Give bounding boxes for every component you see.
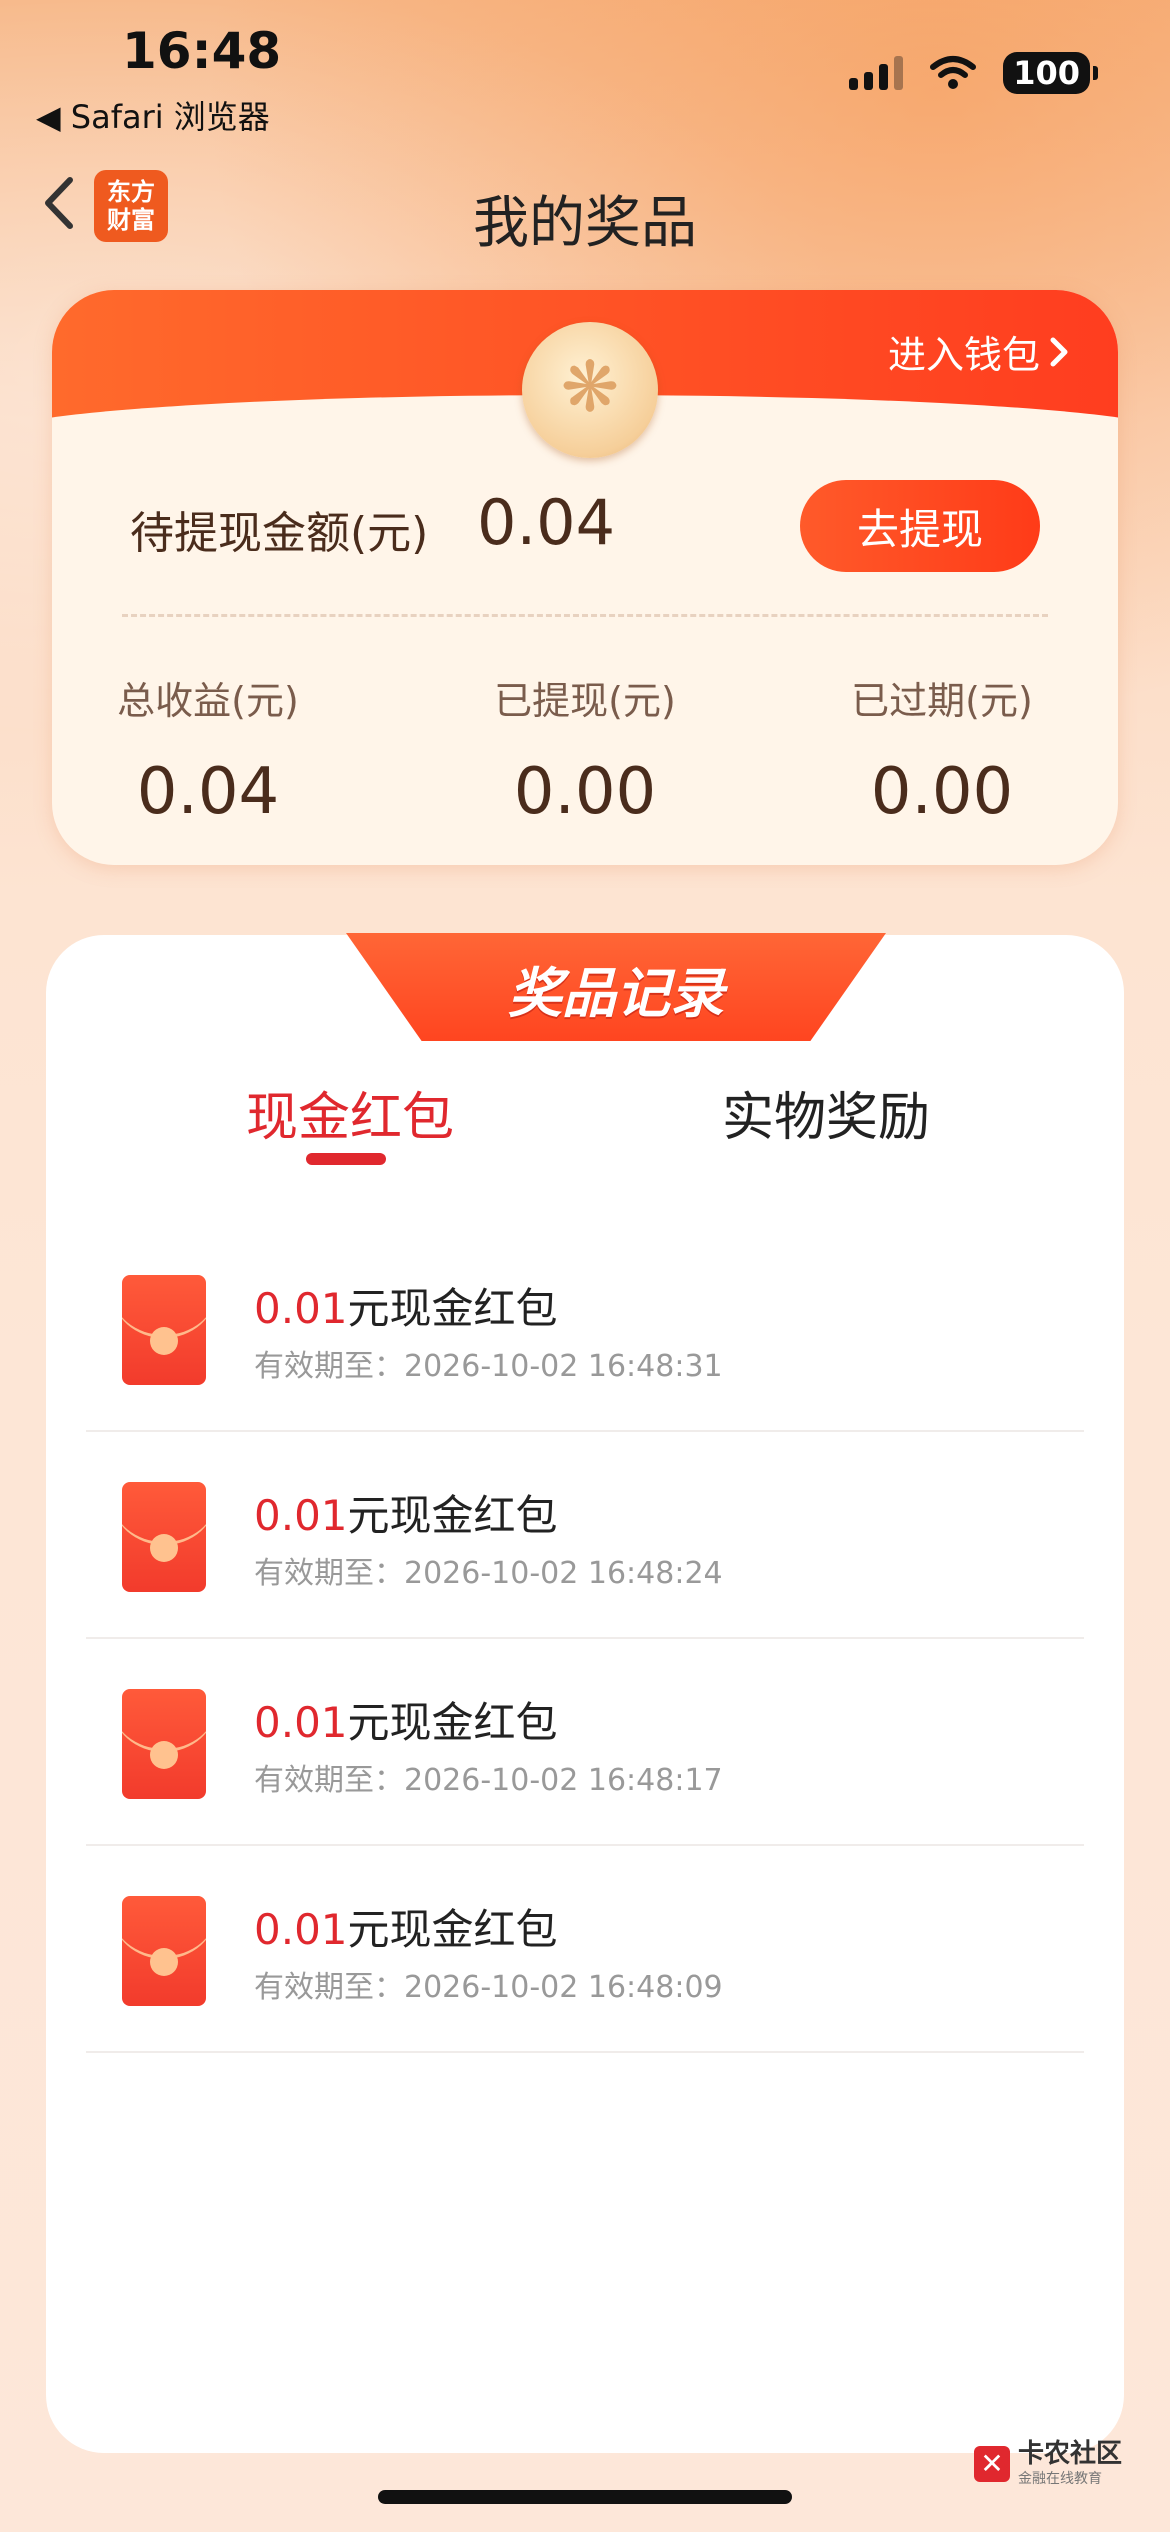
active-tab-indicator: [306, 1153, 386, 1165]
item-title: 0.01元现金红包: [254, 1482, 558, 1543]
records-ribbon-title: 奖品记录: [508, 962, 724, 1025]
pending-amount-label: 待提现金额(元): [130, 508, 429, 559]
item-amount: 0.01: [254, 1284, 348, 1333]
stat-label: 已过期(元): [851, 679, 1033, 723]
item-suffix: 元现金红包: [347, 1905, 558, 1954]
prize-records-panel: 奖品记录 现金红包 实物奖励 0.01元现金红包 有效期至：2026-10-02…: [46, 933, 1124, 2453]
withdraw-button[interactable]: 去提现: [800, 480, 1040, 572]
stat-value: 0.04: [136, 755, 280, 829]
item-title: 0.01元现金红包: [254, 1896, 558, 1957]
item-amount: 0.01: [254, 1491, 348, 1540]
stat-label: 总收益(元): [117, 679, 299, 723]
chevron-right-icon: [1050, 337, 1068, 366]
stat-withdrawn: 已提现(元) 0.00: [435, 670, 735, 829]
watermark-subtitle: 金融在线教育: [1017, 2471, 1102, 2487]
stat-label: 已提现(元): [494, 679, 676, 723]
red-envelope-icon: [122, 1896, 206, 2006]
red-packet-list: 0.01元现金红包 有效期至：2026-10-02 16:48:31 0.01元…: [86, 1225, 1084, 2053]
stat-expired: 已过期(元) 0.00: [792, 670, 1092, 829]
home-indicator[interactable]: [378, 2490, 792, 2504]
tab-physical-rewards[interactable]: 实物奖励: [722, 1075, 930, 1150]
item-title: 0.01元现金红包: [254, 1275, 558, 1336]
item-suffix: 元现金红包: [347, 1284, 558, 1333]
item-amount: 0.01: [254, 1698, 348, 1747]
item-expiry: 有效期至：2026-10-02 16:48:24: [254, 1556, 723, 1591]
item-suffix: 元现金红包: [347, 1698, 558, 1747]
list-item[interactable]: 0.01元现金红包 有效期至：2026-10-02 16:48:31: [86, 1225, 1084, 1432]
battery-indicator: 100: [1003, 52, 1098, 94]
item-expiry: 有效期至：2026-10-02 16:48:09: [254, 1970, 723, 2005]
list-item[interactable]: 0.01元现金红包 有效期至：2026-10-02 16:48:17: [86, 1639, 1084, 1846]
watermark-logo-icon: ✕: [973, 2446, 1010, 2482]
item-amount: 0.01: [254, 1905, 348, 1954]
item-title: 0.01元现金红包: [254, 1689, 558, 1750]
item-suffix: 元现金红包: [347, 1491, 558, 1540]
watermark-title: 卡农社区: [1017, 2439, 1122, 2469]
wifi-icon: [930, 56, 977, 89]
stat-value: 0.00: [870, 755, 1014, 829]
status-time: 16:48: [122, 22, 282, 80]
page-title: 我的奖品: [473, 191, 697, 256]
cellular-signal-icon: [849, 56, 904, 90]
tab-cash-red-packet[interactable]: 现金红包: [246, 1075, 454, 1150]
red-envelope-icon: [122, 1275, 206, 1385]
divider: [122, 614, 1048, 617]
stat-value: 0.00: [513, 755, 657, 829]
list-item[interactable]: 0.01元现金红包 有效期至：2026-10-02 16:48:09: [86, 1846, 1084, 2053]
enter-wallet-label: 进入钱包: [887, 333, 1040, 377]
back-to-safari-link[interactable]: ◀ Safari 浏览器: [36, 92, 270, 138]
list-item[interactable]: 0.01元现金红包 有效期至：2026-10-02 16:48:24: [86, 1432, 1084, 1639]
item-expiry: 有效期至：2026-10-02 16:48:17: [254, 1763, 723, 1798]
red-envelope-icon: [122, 1482, 206, 1592]
enter-wallet-link[interactable]: 进入钱包: [888, 324, 1070, 379]
red-envelope-icon: [122, 1689, 206, 1799]
community-watermark: ✕ 卡农社区 金融在线教育: [973, 2439, 1122, 2488]
status-indicators: 100: [849, 52, 1098, 94]
coin-icon: ❋: [522, 322, 658, 458]
earnings-summary-card: ❋ 进入钱包 待提现金额(元) 0.04 去提现 总收益(元) 0.04 已提现…: [52, 290, 1118, 865]
pending-amount-value: 0.04: [477, 486, 616, 559]
item-expiry: 有效期至：2026-10-02 16:48:31: [254, 1349, 723, 1384]
stat-total-earnings: 总收益(元) 0.04: [58, 670, 358, 829]
